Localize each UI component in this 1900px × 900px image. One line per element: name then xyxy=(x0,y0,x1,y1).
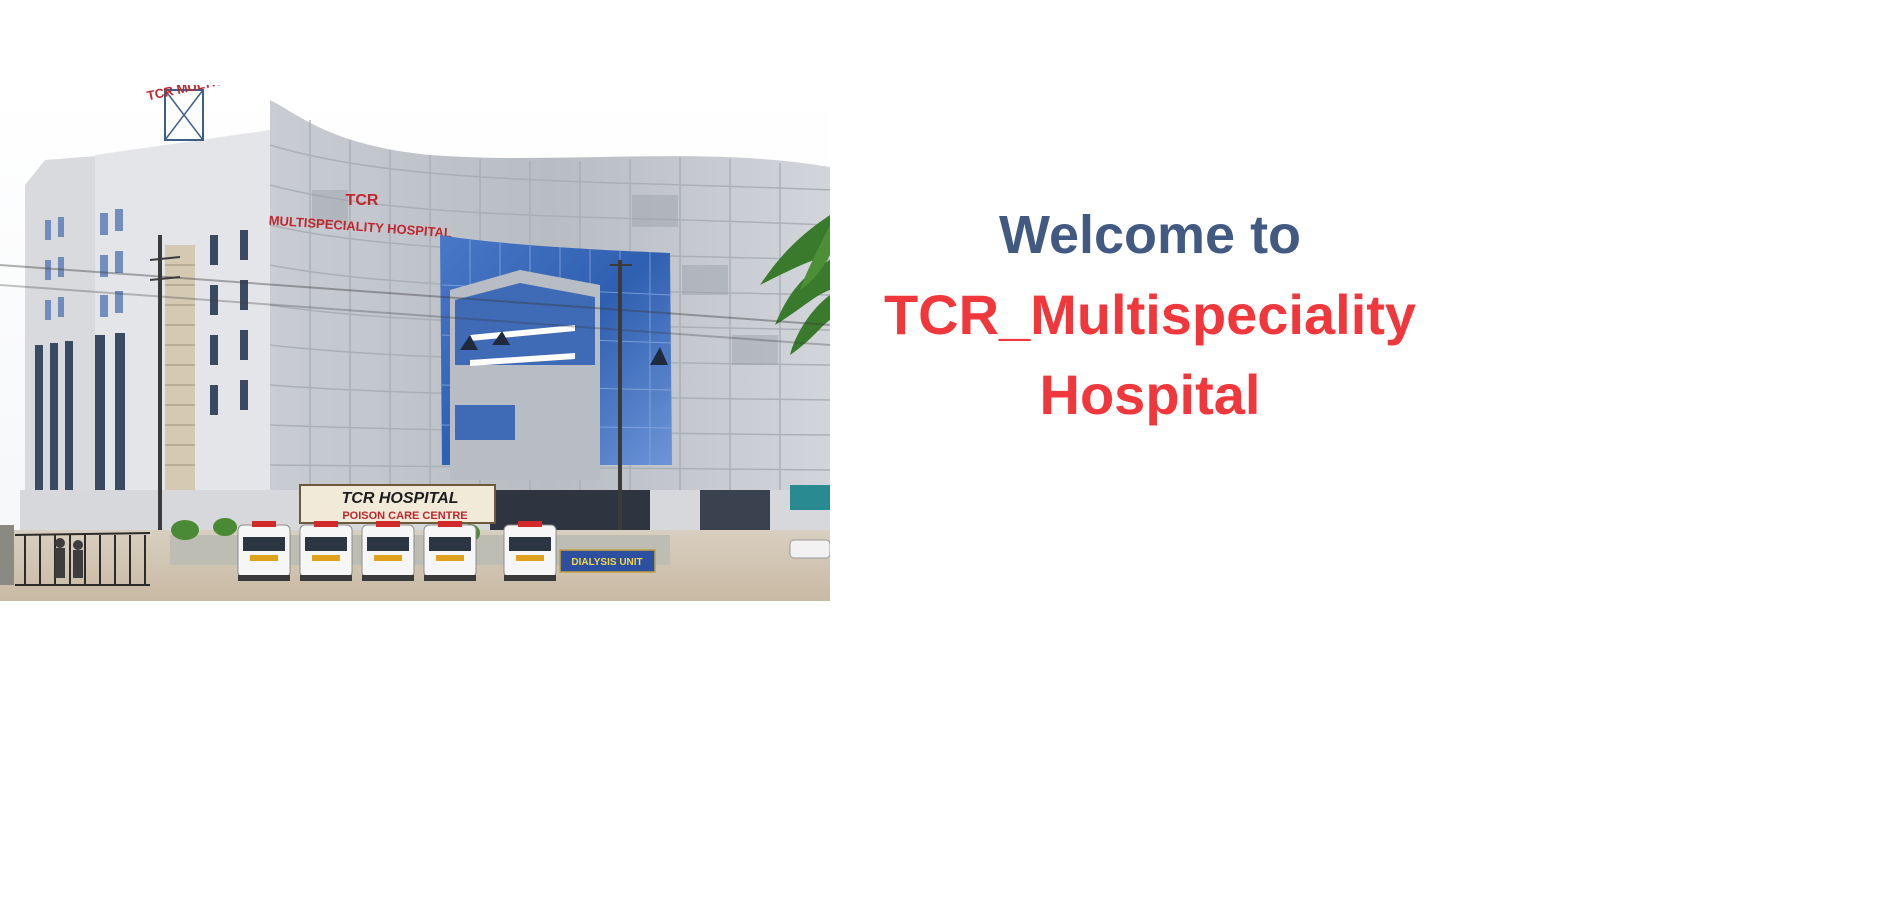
entrance-sign-line2: POISON CARE CENTRE xyxy=(342,510,467,522)
hospital-building-image: TCR MULTISPECIALITY HOSPITAL TCR HOSPITA… xyxy=(0,85,830,601)
dialysis-sign-text: DIALYSIS UNIT xyxy=(571,557,642,568)
hospital-name-line1: TCR_Multispeciality xyxy=(883,283,1417,346)
welcome-block: Welcome to TCR_Multispeciality Hospital xyxy=(860,195,1440,435)
entrance-sign-line1: TCR HOSPITAL xyxy=(341,490,458,507)
hospital-name-line2: Hospital xyxy=(1039,363,1261,426)
left-wing xyxy=(25,130,270,525)
ambulance-row xyxy=(237,521,557,581)
page: TCR MULTISPECIALITY HOSPITAL TCR HOSPITA… xyxy=(0,0,1900,900)
welcome-greeting: Welcome to xyxy=(998,205,1302,265)
building-sign-line1: TCR xyxy=(346,192,379,209)
